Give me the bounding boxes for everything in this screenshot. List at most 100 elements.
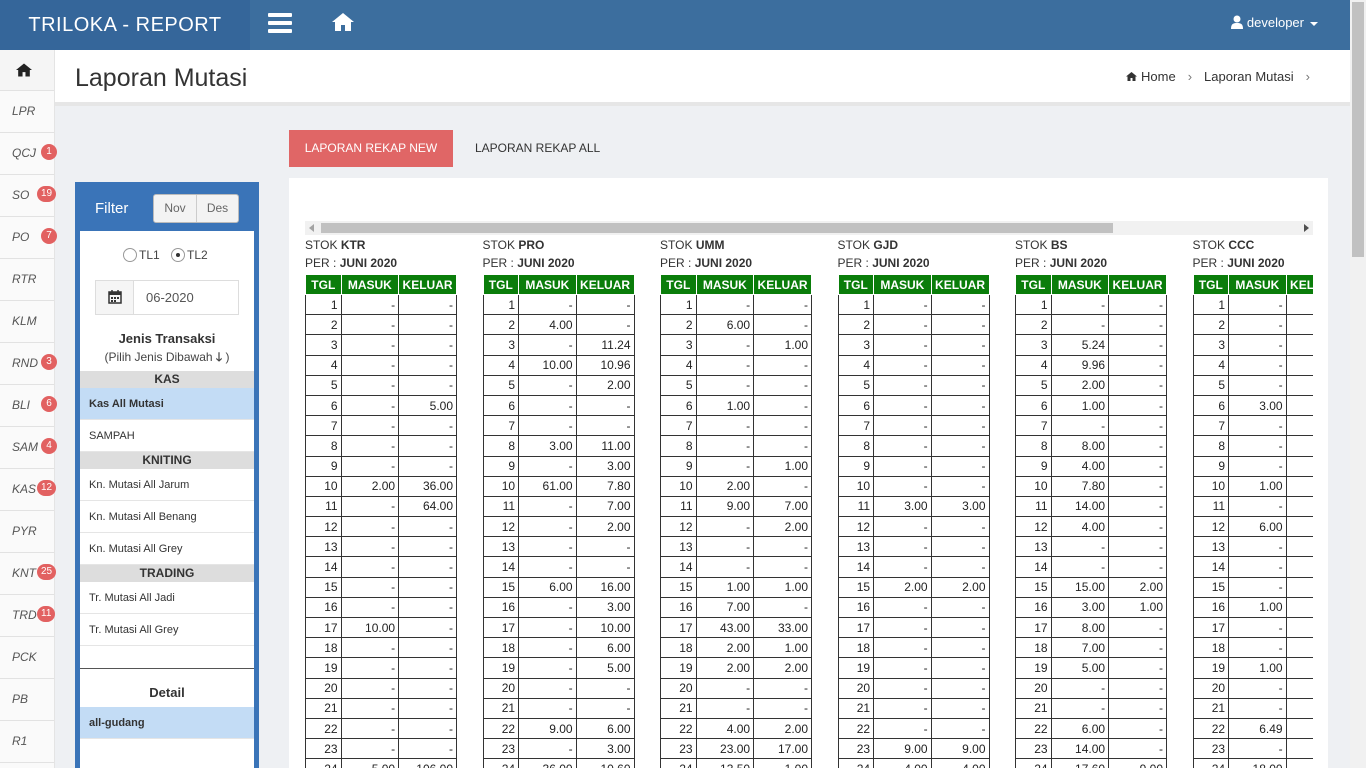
- table-cell: -: [695, 516, 755, 538]
- sidebar-item-rnd[interactable]: RND 3: [0, 343, 57, 385]
- page-scrollbar[interactable]: [1350, 0, 1366, 768]
- scrollbar-thumb[interactable]: [321, 223, 1113, 233]
- transaksi-option[interactable]: Tr. Mutasi All Grey: [80, 614, 254, 646]
- home-icon[interactable]: [331, 11, 355, 33]
- table-cell: 1.00: [1228, 596, 1287, 619]
- transaksi-option[interactable]: Tr. Mutasi All Jadi: [80, 582, 254, 614]
- sidebar-item-kas[interactable]: KAS 12: [0, 469, 57, 511]
- table-row: 8 3.00 11.00: [482, 435, 635, 457]
- table-row: 1--: [305, 293, 457, 316]
- table-row: 226.49-: [1192, 717, 1313, 740]
- table-row: 4 10.00 10.96: [482, 354, 635, 376]
- sidebar-item-rtr[interactable]: RTR: [0, 259, 54, 301]
- sidebar-item-sam[interactable]: SAM 4: [0, 427, 57, 469]
- period-date-input[interactable]: 06-2020: [95, 280, 239, 315]
- scroll-left-arrow-icon[interactable]: [309, 224, 314, 232]
- sidebar-item-klm[interactable]: KLM: [0, 301, 54, 343]
- table-row: 9--: [1192, 455, 1313, 477]
- table-row: 11 14.00-: [1015, 495, 1167, 518]
- transaksi-option[interactable]: Kn. Mutasi All Benang: [80, 501, 254, 533]
- table-cell: 10: [660, 475, 697, 497]
- table-row: 18 7.00-: [1015, 637, 1167, 659]
- sidebar-item-lpr[interactable]: LPR: [0, 91, 54, 133]
- month-next-button[interactable]: Des: [196, 195, 238, 222]
- table-row: 3--: [305, 334, 457, 356]
- table-cell: 13: [837, 536, 875, 558]
- table-cell: 33.00: [753, 616, 812, 639]
- table-row: 4--: [305, 354, 457, 376]
- month-prev-button[interactable]: Nov: [154, 195, 196, 222]
- table-cell: -: [1228, 354, 1287, 376]
- tab-laporan-rekap-all[interactable]: LAPORAN REKAP ALL: [475, 130, 600, 167]
- user-menu[interactable]: developer: [1230, 0, 1318, 46]
- table-cell: -: [575, 314, 635, 336]
- stok-prefix: STOK: [305, 238, 338, 252]
- tab-laporan-rekap-new[interactable]: LAPORAN REKAP NEW: [289, 130, 453, 167]
- table-cell: -: [695, 556, 755, 578]
- table-row: 9-3.00: [482, 455, 635, 477]
- transaksi-option[interactable]: SAMPAH: [80, 420, 254, 452]
- transaksi-option[interactable]: Kn. Mutasi All Grey: [80, 533, 254, 565]
- table-cell: 12: [1015, 516, 1052, 538]
- table-cell: -: [340, 677, 400, 699]
- sidebar-item-pyr[interactable]: PYR: [0, 511, 54, 553]
- transaksi-option[interactable]: Kas All Mutasi: [80, 388, 254, 420]
- table-cell: 19: [837, 657, 875, 679]
- count-badge: 11: [37, 606, 56, 622]
- table-cell: -: [1285, 576, 1313, 598]
- scroll-right-arrow-icon[interactable]: [1304, 224, 1309, 232]
- table-cell: -: [1285, 717, 1313, 740]
- stok-prefix: STOK: [1015, 238, 1048, 252]
- hamburger-menu-icon[interactable]: [268, 13, 292, 33]
- table-cell: -: [575, 293, 635, 316]
- sidebar-item-trd[interactable]: TRD 11: [0, 595, 56, 637]
- sidebar-item-r1[interactable]: R1: [0, 721, 54, 763]
- table-cell: 15.00: [1050, 576, 1110, 598]
- table-cell: -: [1285, 374, 1313, 396]
- app-title[interactable]: TRILOKA - REPORT: [0, 0, 250, 50]
- sidebar-item-pck[interactable]: PCK: [0, 637, 54, 679]
- table-row: 17-10.00: [482, 616, 635, 639]
- table-cell: -: [518, 556, 577, 578]
- table-cell: 20: [1015, 677, 1052, 699]
- table-cell: -: [398, 354, 457, 376]
- sidebar-item-knt[interactable]: KNT 25: [0, 553, 57, 595]
- table-cell: -: [1285, 475, 1313, 497]
- table-row: 6 1.00-: [660, 394, 812, 417]
- table-cell: 5.24: [1050, 334, 1110, 356]
- sidebar-item-home[interactable]: [0, 50, 54, 91]
- table-row: 101.00-: [1192, 475, 1313, 497]
- table-row: 14--: [837, 556, 990, 578]
- table-row: 2417.609.00: [1015, 758, 1167, 768]
- detail-item-all-gudang[interactable]: all-gudang: [80, 707, 254, 739]
- table-cell: 2.00: [753, 717, 812, 740]
- table-cell: 1.00: [695, 576, 755, 598]
- stock-period: PER : JUNI 2020: [660, 256, 812, 274]
- table-cell: 2.00: [695, 637, 755, 659]
- table-cell: 5: [837, 374, 875, 396]
- table-cell: 24: [482, 758, 520, 768]
- table-cell: 43.00: [695, 616, 755, 639]
- sidebar-item-so[interactable]: SO 19: [0, 175, 57, 217]
- radio-circle[interactable]: [123, 248, 137, 262]
- page-title: Laporan Mutasi: [75, 64, 248, 92]
- sidebar-item-label: KNT: [12, 566, 36, 580]
- table-cell: -: [930, 556, 990, 578]
- sidebar-item-qcj[interactable]: QCJ 1: [0, 133, 57, 175]
- scrollbar-thumb[interactable]: [1352, 2, 1364, 257]
- horizontal-scrollbar[interactable]: [305, 221, 1313, 235]
- table-cell: 14.00: [1050, 738, 1110, 760]
- transaksi-option[interactable]: Kn. Mutasi All Jarum: [80, 469, 254, 501]
- table-cell: 4: [482, 354, 520, 376]
- table-cell: 8: [1015, 435, 1052, 457]
- sidebar-item-bli[interactable]: BLI 6: [0, 385, 57, 427]
- radio-tl2[interactable]: TL2: [171, 248, 208, 262]
- radio-tl1[interactable]: TL1: [123, 248, 160, 262]
- sidebar-item-po[interactable]: PO 7: [0, 217, 57, 259]
- radio-circle-selected[interactable]: [171, 248, 186, 262]
- breadcrumb-home[interactable]: Home: [1141, 69, 1176, 84]
- sidebar-item-pb[interactable]: PB: [0, 679, 54, 721]
- calendar-icon[interactable]: [96, 281, 134, 314]
- table-cell: -: [518, 374, 577, 396]
- table-row: 23--: [305, 738, 457, 760]
